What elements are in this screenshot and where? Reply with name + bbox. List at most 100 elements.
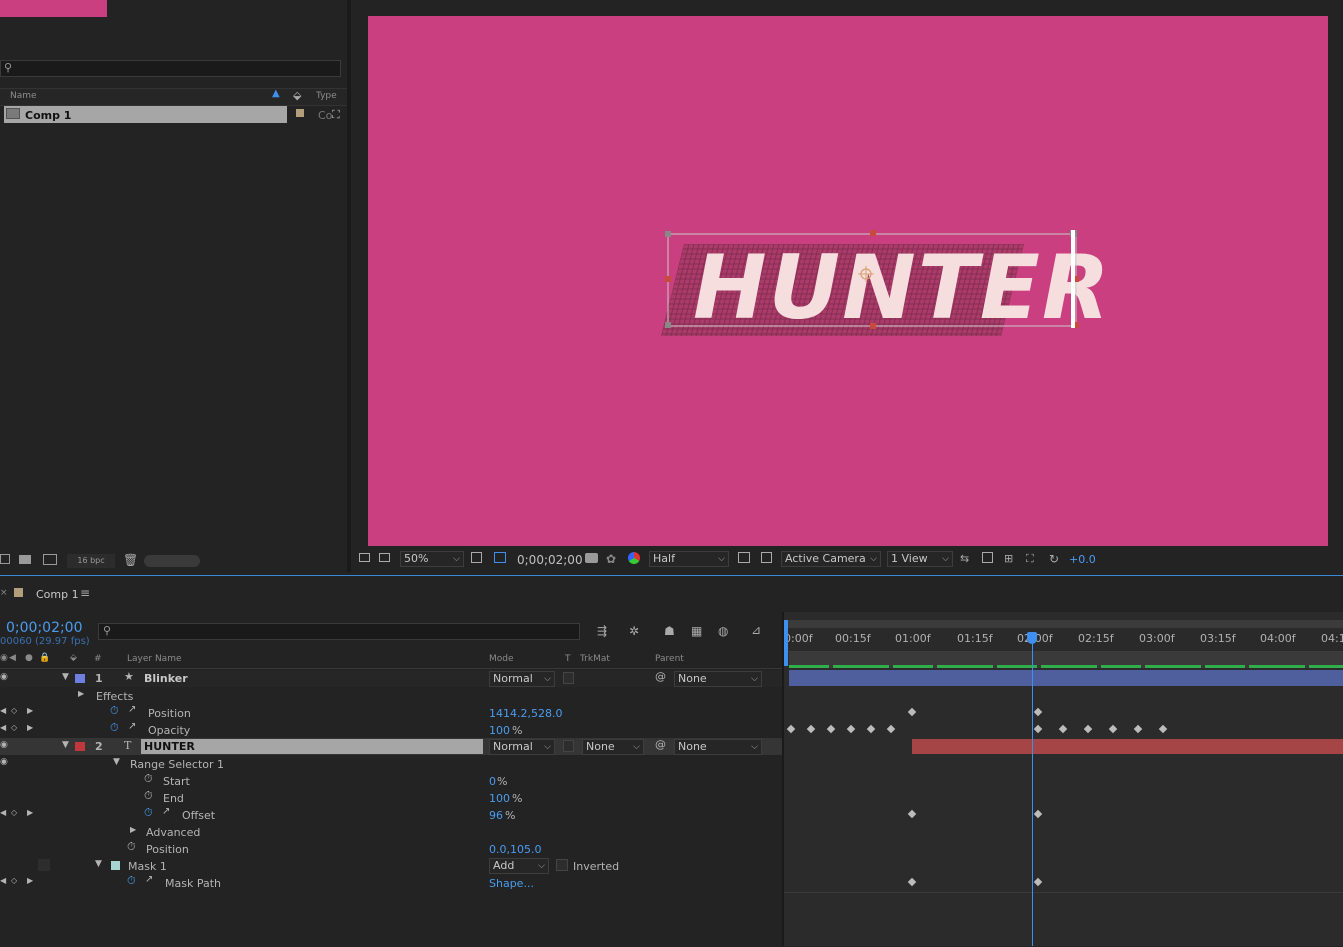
visibility-eye-icon[interactable]: ◉ [0, 757, 8, 767]
work-area-bar[interactable] [789, 652, 1343, 666]
start-marker[interactable] [784, 620, 788, 666]
graph-editor-icon[interactable]: ⊿ [751, 623, 761, 637]
next-keyframe-icon[interactable]: ▶ [27, 706, 33, 715]
interpret-footage-icon[interactable] [0, 554, 10, 564]
region-of-interest-icon[interactable] [738, 552, 750, 563]
visibility-eye-icon[interactable]: ◉ [0, 740, 8, 750]
mask-visibility-icon[interactable] [494, 552, 506, 563]
range-selector-row[interactable]: ◉ ▼ Range Selector 1 [0, 755, 782, 772]
property-row-end[interactable]: ⏱ End 100 % [0, 789, 782, 806]
property-value[interactable]: 0 [489, 775, 496, 788]
layer-name[interactable]: HUNTER [144, 740, 195, 753]
stopwatch-icon[interactable]: ⏱ [144, 806, 153, 820]
project-scrollbar[interactable] [144, 555, 200, 567]
viewer-timecode[interactable]: 0;00;02;00 [517, 553, 583, 567]
timeline-keyframe-area[interactable]: 0:00f 00:15f 01:00f 01:15f 02:00f 02:15f… [784, 612, 1343, 946]
keyframe[interactable] [1058, 724, 1068, 734]
stopwatch-icon[interactable]: ⏱ [110, 704, 119, 718]
keyframe[interactable] [1158, 724, 1168, 734]
prev-keyframe-icon[interactable]: ◀ [0, 876, 6, 885]
panel-menu-icon[interactable]: ≡ [80, 586, 90, 600]
keyframe[interactable] [1033, 877, 1043, 887]
twirl-open-icon[interactable]: ▼ [62, 740, 69, 750]
always-preview-icon[interactable] [359, 553, 370, 562]
graph-icon[interactable]: ↗ [162, 806, 170, 817]
property-value[interactable]: 100 [489, 724, 510, 737]
stopwatch-icon[interactable]: ⏱ [144, 772, 153, 786]
property-value[interactable]: 0.0,105.0 [489, 843, 541, 856]
prev-keyframe-icon[interactable]: ◀ [0, 808, 6, 817]
next-keyframe-icon[interactable]: ▶ [27, 808, 33, 817]
stopwatch-icon[interactable]: ⏱ [127, 840, 136, 854]
views-dropdown[interactable]: 1 View ⌵ [887, 551, 953, 567]
keyframe[interactable] [907, 809, 917, 819]
snapshot-icon[interactable] [585, 553, 598, 563]
new-composition-icon[interactable] [43, 554, 57, 565]
property-row-opacity[interactable]: ◀ ◇ ▶ ⏱ ↗ Opacity 100 % [0, 721, 782, 738]
exposure-value[interactable]: +0.0 [1069, 553, 1096, 566]
timeline-search-input[interactable]: ⚲ [98, 623, 580, 640]
stopwatch-icon[interactable]: ⏱ [144, 789, 153, 803]
draft-3d-icon[interactable]: ✲ [629, 624, 639, 638]
type-column-header[interactable]: Type [316, 91, 337, 101]
mask-row[interactable]: ▼ Mask 1 Add ⌵ Inverted [0, 857, 782, 874]
property-row-start[interactable]: ⏱ Start 0 % [0, 772, 782, 789]
keyframe[interactable] [826, 724, 836, 734]
twirl-closed-icon[interactable]: ▶ [78, 689, 84, 698]
stopwatch-icon[interactable]: ⏱ [110, 721, 119, 735]
show-snapshot-icon[interactable]: ✿ [606, 552, 616, 566]
property-row-mask-path[interactable]: ◀ ◇ ▶ ⏱ ↗ Mask Path Shape... [0, 874, 782, 891]
add-keyframe-icon[interactable]: ◇ [11, 876, 17, 885]
keyframe[interactable] [1083, 724, 1093, 734]
twirl-open-icon[interactable]: ▼ [113, 757, 120, 767]
keyframe[interactable] [866, 724, 876, 734]
zoom-dropdown[interactable]: 50% ⌵ [400, 551, 464, 567]
frame-blending-icon[interactable]: ▦ [691, 624, 702, 638]
current-time-display[interactable]: 0;00;02;00 [6, 620, 83, 636]
monitor-icon[interactable] [379, 553, 390, 562]
reset-exposure-icon[interactable]: ↻ [1049, 552, 1059, 566]
visibility-eye-icon[interactable]: ◉ [0, 672, 8, 682]
property-value[interactable]: Shape... [489, 877, 534, 890]
flowchart-icon[interactable]: ⛶ [332, 108, 340, 122]
mask-name[interactable]: Mask 1 [128, 860, 167, 873]
keyframe[interactable] [907, 707, 917, 717]
close-tab-icon[interactable]: × [0, 588, 8, 598]
layer-row-blinker[interactable]: ◉ ▼ 1 ★ Blinker Normal ⌵ @ None ⌵ [0, 670, 782, 687]
transparency-grid-icon[interactable] [761, 552, 772, 563]
graph-icon[interactable]: ↗ [128, 704, 136, 715]
keyframe[interactable] [786, 724, 796, 734]
fit-icon[interactable] [471, 552, 482, 563]
property-value[interactable]: 100 [489, 792, 510, 805]
blend-mode-dropdown[interactable]: Normal ⌵ [489, 739, 555, 755]
mask-color-swatch[interactable] [111, 861, 120, 870]
layer-name[interactable]: Blinker [144, 672, 188, 685]
property-row-offset[interactable]: ◀ ◇ ▶ ⏱ ↗ Offset 96 % [0, 806, 782, 823]
add-keyframe-icon[interactable]: ◇ [11, 706, 17, 715]
mask-mode-dropdown[interactable]: Add ⌵ [489, 858, 549, 874]
add-keyframe-icon[interactable]: ◇ [11, 808, 17, 817]
keyframe[interactable] [1033, 809, 1043, 819]
comp-mini-flowchart-icon[interactable]: ⇶ [597, 624, 607, 638]
blend-mode-dropdown[interactable]: Normal ⌵ [489, 671, 555, 687]
property-row-text-position[interactable]: ⏱ Position 0.0,105.0 [0, 840, 782, 857]
prev-keyframe-icon[interactable]: ◀ [0, 706, 6, 715]
inverted-checkbox[interactable] [556, 859, 568, 871]
fast-previews-icon[interactable] [982, 552, 993, 563]
parent-dropdown[interactable]: None ⌵ [674, 671, 762, 687]
property-value[interactable]: 96 [489, 809, 503, 822]
shy-layers-icon[interactable]: ☗ [664, 624, 675, 638]
toggle-pixel-aspect-icon[interactable]: ⇆ [960, 552, 969, 565]
motion-blur-icon[interactable]: ◍ [718, 624, 728, 638]
keyframe[interactable] [1133, 724, 1143, 734]
property-value[interactable]: 1414.2,528.0 [489, 707, 562, 720]
keyframe[interactable] [846, 724, 856, 734]
parent-dropdown[interactable]: None ⌵ [674, 739, 762, 755]
layer-name-column-header[interactable]: Layer Name [127, 654, 182, 664]
twirl-open-icon[interactable]: ▼ [95, 859, 102, 869]
keyframe[interactable] [1033, 707, 1043, 717]
layer-bar-blinker[interactable] [789, 670, 1343, 686]
pickwhip-icon[interactable]: @ [655, 670, 666, 683]
layer-row-hunter[interactable]: ◉ ▼ 2 T HUNTER Normal ⌵ None ⌵ @ None ⌵ [0, 738, 782, 755]
bpc-button[interactable]: 16 bpc [67, 554, 115, 568]
